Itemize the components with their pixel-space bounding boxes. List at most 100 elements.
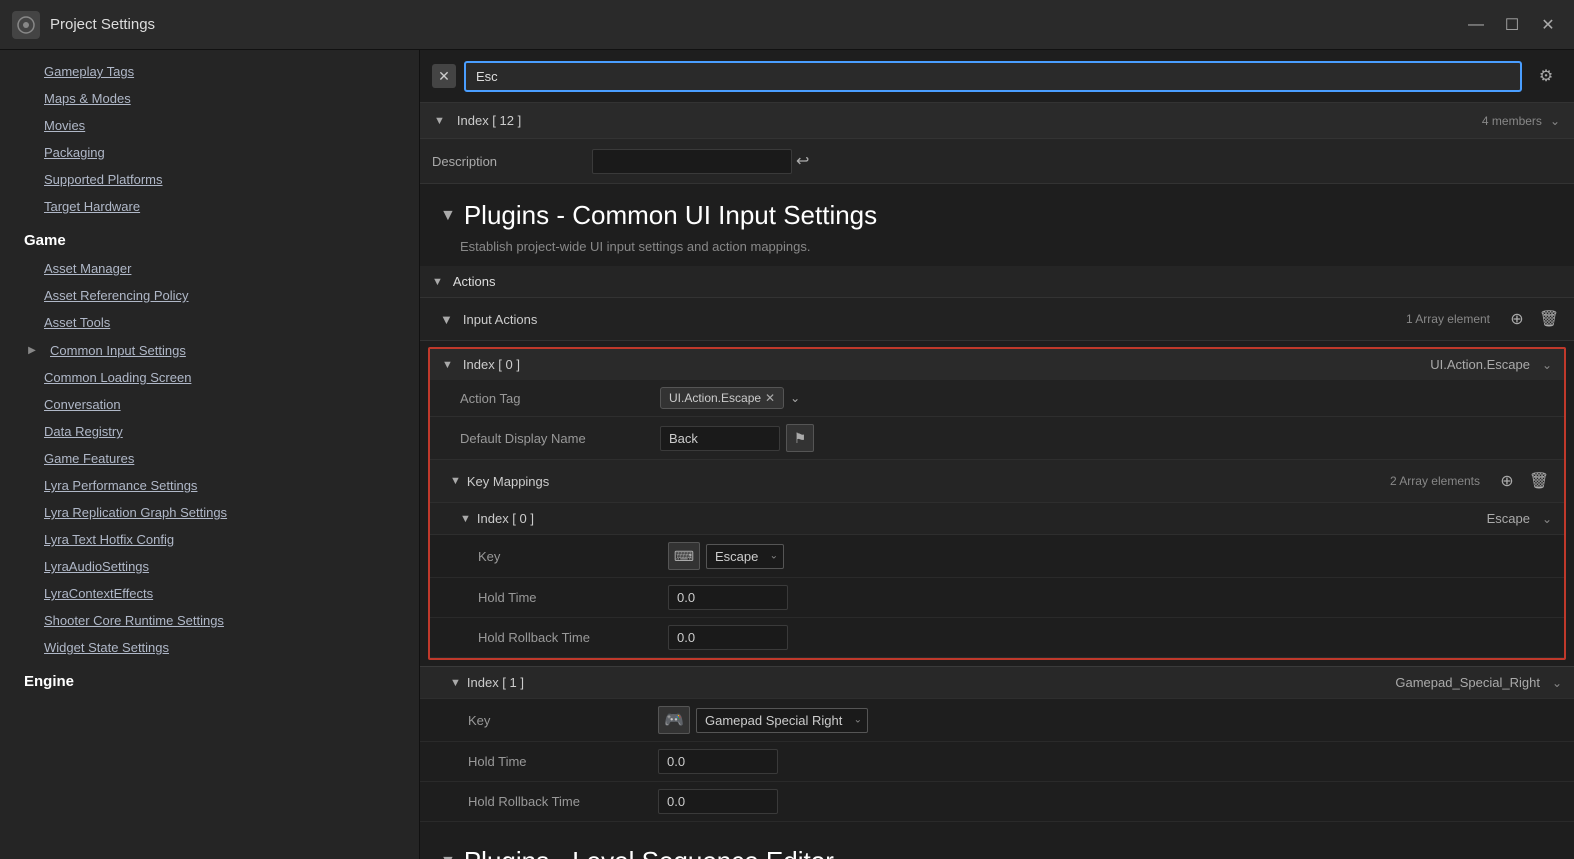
gear-icon: ⚙ — [1539, 66, 1553, 86]
actions-label: Actions — [453, 274, 496, 289]
key-value-gamepad: 🎮 Gamepad Special Right ⌄ — [658, 706, 868, 734]
action-tag-chip: UI.Action.Escape ✕ — [660, 387, 784, 409]
content-area: ✕ ⚙ ▼ Index [ 12 ] 4 members ⌄ Descripti… — [420, 50, 1574, 859]
sidebar-item-lyra-text-hotfix[interactable]: Lyra Text Hotfix Config — [0, 526, 419, 553]
search-clear-button[interactable]: ✕ — [432, 64, 456, 88]
index-12-row[interactable]: ▼ Index [ 12 ] 4 members ⌄ — [420, 103, 1574, 139]
level-sequence-title-text: Plugins - Level Sequence Editor — [464, 846, 834, 859]
sidebar-item-common-loading-screen[interactable]: Common Loading Screen — [0, 364, 419, 391]
minimize-button[interactable]: — — [1462, 11, 1490, 39]
sidebar-item-shooter-core[interactable]: Shooter Core Runtime Settings — [0, 607, 419, 634]
app-icon — [12, 11, 40, 39]
sub-index-1-arrow: ▼ — [450, 677, 461, 689]
sidebar-item-asset-tools[interactable]: Asset Tools — [0, 309, 419, 336]
key-mappings-count: 2 Array elements — [1390, 474, 1480, 488]
plugin-level-sequence-title[interactable]: ▼ Plugins - Level Sequence Editor — [420, 830, 1574, 859]
key-mappings-header[interactable]: ▼ Key Mappings 2 Array elements ⊕ 🗑 — [430, 460, 1564, 503]
sidebar: Gameplay Tags Maps & Modes Movies Packag… — [0, 50, 420, 859]
sidebar-section-game: Game — [0, 220, 419, 255]
sidebar-section-engine: Engine — [0, 661, 419, 696]
action-tag-chip-close[interactable]: ✕ — [765, 391, 775, 405]
hold-rollback-gamepad-input[interactable] — [658, 789, 778, 814]
hold-time-gamepad-input[interactable] — [658, 749, 778, 774]
input-actions-arrow: ▼ — [440, 312, 453, 327]
action-tag-value: UI.Action.Escape ✕ ⌄ — [660, 387, 800, 409]
add-key-mapping-button[interactable]: ⊕ — [1494, 468, 1520, 494]
plugin-common-ui-subtitle: Establish project-wide UI input settings… — [420, 237, 1574, 266]
index-0-arrow: ▼ — [442, 359, 453, 371]
key-mappings-arrow: ▼ — [450, 475, 461, 487]
input-actions-label: Input Actions — [463, 312, 537, 327]
sidebar-item-conversation[interactable]: Conversation — [0, 391, 419, 418]
flag-button[interactable]: ⚑ — [786, 424, 814, 452]
input-actions-header[interactable]: ▼ Input Actions 1 Array element ⊕ 🗑 — [420, 298, 1574, 341]
keyboard-icon: ⌨ — [674, 548, 694, 565]
sidebar-item-lyra-performance[interactable]: Lyra Performance Settings — [0, 472, 419, 499]
sidebar-item-lyra-replication[interactable]: Lyra Replication Graph Settings — [0, 499, 419, 526]
delete-key-mapping-button[interactable]: 🗑 — [1526, 468, 1552, 494]
gamepad-key-dropdown-wrapper: Gamepad Special Right ⌄ — [696, 708, 868, 733]
sub-index-0-arrow: ▼ — [460, 513, 471, 525]
action-tag-dropdown[interactable]: ⌄ — [790, 391, 800, 405]
index-12-chevron: ⌄ — [1550, 114, 1560, 128]
array-element-count: 1 Array element — [1406, 312, 1490, 326]
hold-time-escape-input[interactable] — [668, 585, 788, 610]
index-0-container: ▼ Index [ 0 ] UI.Action.Escape ⌄ Action … — [428, 347, 1566, 660]
key-field-escape: Key ⌨ Escape ⌄ — [430, 535, 1564, 578]
hold-rollback-escape-row: Hold Rollback Time — [430, 618, 1564, 658]
gamepad-key-select[interactable]: Gamepad Special Right — [696, 708, 868, 733]
delete-input-action-button[interactable]: 🗑 — [1536, 306, 1562, 332]
flag-icon: ⚑ — [794, 430, 807, 447]
sidebar-item-asset-manager[interactable]: Asset Manager — [0, 255, 419, 282]
sidebar-item-target-hardware[interactable]: Target Hardware — [0, 193, 419, 220]
search-settings-button[interactable]: ⚙ — [1530, 60, 1562, 92]
sub-index-0-header[interactable]: ▼ Index [ 0 ] Escape ⌄ — [430, 503, 1564, 535]
keyboard-icon-button[interactable]: ⌨ — [668, 542, 700, 570]
search-input[interactable] — [464, 61, 1522, 92]
sidebar-item-data-registry[interactable]: Data Registry — [0, 418, 419, 445]
hold-rollback-escape-input[interactable] — [668, 625, 788, 650]
hold-time-escape-row: Hold Time — [430, 578, 1564, 618]
search-bar: ✕ ⚙ — [420, 50, 1574, 103]
sidebar-item-packaging[interactable]: Packaging — [0, 139, 419, 166]
maximize-button[interactable]: ☐ — [1498, 11, 1526, 39]
sidebar-item-supported-platforms[interactable]: Supported Platforms — [0, 166, 419, 193]
index-0-label: Index [ 0 ] — [463, 357, 520, 372]
sub-index-0-chevron: ⌄ — [1542, 512, 1552, 526]
sidebar-item-lyra-context-effects[interactable]: LyraContextEffects — [0, 580, 419, 607]
undo-icon: ↩ — [796, 153, 809, 170]
sidebar-item-movies[interactable]: Movies — [0, 112, 419, 139]
index-0-chevron: ⌄ — [1542, 358, 1552, 372]
sidebar-item-asset-referencing-policy[interactable]: Asset Referencing Policy — [0, 282, 419, 309]
add-input-action-button[interactable]: ⊕ — [1504, 306, 1530, 332]
actions-header[interactable]: ▼ Actions — [420, 266, 1574, 298]
index-12-members: 4 members — [1482, 114, 1542, 128]
sub-index-1-value: Gamepad_Special_Right — [1395, 675, 1540, 690]
action-tag-row: Action Tag UI.Action.Escape ✕ ⌄ — [430, 380, 1564, 417]
description-input[interactable] — [592, 149, 792, 174]
window-controls: — ☐ ✕ — [1462, 11, 1562, 39]
plugin-common-ui-title[interactable]: ▼ Plugins - Common UI Input Settings — [420, 184, 1574, 237]
sidebar-item-lyra-audio[interactable]: LyraAudioSettings — [0, 553, 419, 580]
description-label: Description — [432, 154, 592, 169]
sub-index-1-header[interactable]: ▼ Index [ 1 ] Gamepad_Special_Right ⌄ — [420, 666, 1574, 699]
close-button[interactable]: ✕ — [1534, 11, 1562, 39]
key-label-gamepad: Key — [468, 713, 658, 728]
sidebar-item-game-features[interactable]: Game Features — [0, 445, 419, 472]
index-0-header[interactable]: ▼ Index [ 0 ] UI.Action.Escape ⌄ — [430, 349, 1564, 380]
escape-key-dropdown-wrapper: Escape ⌄ — [706, 544, 784, 569]
gamepad-icon-button[interactable]: 🎮 — [658, 706, 690, 734]
description-row: Description ↩ — [420, 139, 1574, 184]
hold-time-gamepad-value — [658, 749, 778, 774]
undo-button[interactable]: ↩ — [792, 147, 813, 175]
sidebar-item-gameplay-tags[interactable]: Gameplay Tags — [0, 58, 419, 85]
default-display-name-value: ⚑ — [660, 424, 814, 452]
display-name-input[interactable] — [660, 426, 780, 451]
sidebar-item-widget-state[interactable]: Widget State Settings — [0, 634, 419, 661]
sidebar-item-maps-modes[interactable]: Maps & Modes — [0, 85, 419, 112]
delete-mapping-icon: 🗑 — [1529, 471, 1549, 491]
key-label-escape: Key — [478, 549, 668, 564]
sidebar-item-common-input-settings[interactable]: ▶ Common Input Settings — [0, 336, 419, 364]
expand-icon: ▶ — [24, 342, 40, 358]
escape-key-select[interactable]: Escape — [706, 544, 784, 569]
